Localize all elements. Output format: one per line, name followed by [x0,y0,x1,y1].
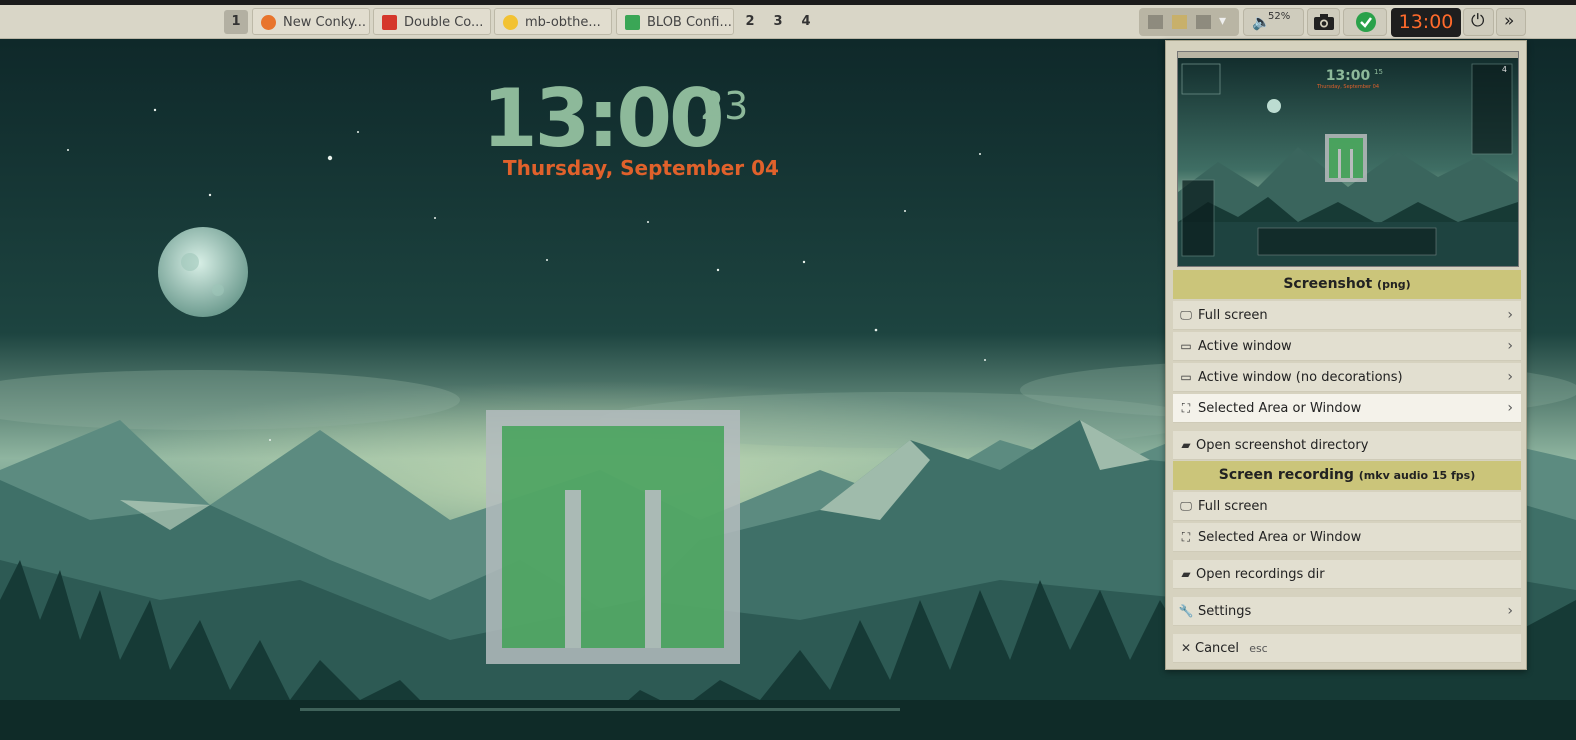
folder-icon: ▰ [1181,438,1191,452]
chevron-right-icon: › [1507,603,1513,619]
pager-desk-1[interactable] [1148,15,1163,29]
expand-panel-button[interactable]: » [1496,8,1526,36]
monitor-icon: 🖵 [1180,308,1192,322]
blob-config-icon [625,15,640,30]
screenshot-tray-button[interactable] [1307,8,1340,36]
pager-desk-2[interactable] [1172,15,1187,29]
screenshot-header-format: (png) [1377,278,1411,291]
recording-selected-area[interactable]: ⛶ Selected Area or Window [1173,523,1521,552]
preview-time: 13:00 [1326,68,1371,84]
menu-item-label: Full screen [1198,308,1268,323]
task-double-commander[interactable]: Double Co... [373,8,491,35]
area-select-icon: ⛶ [1181,401,1191,415]
screenshot-active-window[interactable]: ▭ Active window › [1173,332,1521,361]
task-label: New Conky... [283,15,367,30]
wifi-icon[interactable]: ▾ [1219,13,1226,29]
workspace-4[interactable]: 4 [794,10,818,34]
pager-tray[interactable]: ▾ [1139,8,1239,36]
task-mb-obthemes[interactable]: mb-obthe... [494,8,612,35]
recording-header-format: (mkv audio 15 fps) [1358,469,1476,482]
screenshot-menu: 13:00 15 Thursday, September 04 4 Screen… [1165,40,1527,670]
screenshot-preview: 13:00 15 Thursday, September 04 4 [1177,51,1519,267]
monitor-icon: 🖵 [1180,499,1192,513]
preview-seconds: 15 [1374,68,1383,76]
menu-item-label: Active window (no decorations) [1198,370,1403,385]
conky-date: Thursday, September 04 [503,156,779,180]
folder-icon: ▰ [1181,567,1191,581]
menu-item-label: Cancel [1195,641,1240,656]
settings-item[interactable]: 🔧 Settings › [1173,597,1521,626]
chevron-right-icon: › [1507,369,1513,385]
cancel-item[interactable]: ✕ Cancel esc [1173,634,1521,663]
wrench-icon: 🔧 [1178,604,1194,618]
panel-clock[interactable]: 13:00 [1391,8,1461,37]
screenshot-section-header: Screenshot (png) [1173,270,1521,299]
menu-item-label: Open recordings dir [1196,567,1325,582]
screenshot-selected-area[interactable]: ⛶ Selected Area or Window › [1173,394,1521,423]
logo-bar-right [645,490,661,648]
camera-icon [1314,14,1334,30]
menu-item-label: Settings [1198,604,1252,619]
workspace-2[interactable]: 2 [738,10,762,34]
window-icon: ▭ [1180,370,1192,384]
conky-time: 13:00 [482,72,725,165]
workspace-3[interactable]: 3 [766,10,790,34]
task-label: BLOB Confi... [647,15,732,30]
chevron-right-icon: › [1507,338,1513,354]
menu-item-label: Selected Area or Window [1198,401,1362,416]
preview-date: Thursday, September 04 [1316,84,1379,90]
screenshot-active-window-no-decorations[interactable]: ▭ Active window (no decorations) › [1173,363,1521,392]
obthemes-icon [503,15,518,30]
menu-item-label: Active window [1198,339,1292,354]
pager-desk-3[interactable] [1196,15,1211,29]
firefox-icon [261,15,276,30]
task-label: Double Co... [404,15,484,30]
task-new-conky[interactable]: New Conky... [252,8,370,35]
open-screenshot-directory[interactable]: ▰ Open screenshot directory [1173,431,1521,460]
cancel-shortcut-hint: esc [1249,642,1268,655]
menu-item-label: Selected Area or Window [1198,530,1362,545]
manjaro-logo [502,426,724,648]
screenshot-full-screen[interactable]: 🖵 Full screen › [1173,301,1521,330]
recording-section-header: Screen recording (mkv audio 15 fps) [1173,461,1521,490]
recording-full-screen[interactable]: 🖵 Full screen [1173,492,1521,521]
task-blob-config[interactable]: BLOB Confi... [616,8,734,35]
preview-day-number: 4 [1502,65,1507,74]
logo-bar-left [565,490,581,648]
power-button[interactable]: ⏻ [1463,8,1494,36]
chevron-right-icon: › [1507,307,1513,323]
workspace-1[interactable]: 1 [224,10,248,34]
area-select-icon: ⛶ [1181,530,1191,544]
preview-thumbnail: 13:00 15 Thursday, September 04 4 [1178,52,1518,266]
open-recordings-dir[interactable]: ▰ Open recordings dir [1173,560,1521,589]
double-chevron-right-icon: » [1504,11,1515,31]
window-icon: ▭ [1180,339,1192,353]
update-tray[interactable] [1343,8,1387,36]
volume-level: 52% [1268,11,1291,22]
close-icon: ✕ [1180,641,1192,655]
double-commander-icon [382,15,397,30]
conky-seconds: 23 [700,84,749,128]
check-shield-icon [1356,12,1376,32]
chevron-right-icon: › [1507,400,1513,416]
power-icon: ⏻ [1471,11,1485,31]
screenshot-header-label: Screenshot [1283,276,1373,292]
task-label: mb-obthe... [525,15,601,30]
recording-header-label: Screen recording [1218,467,1354,483]
top-panel: 1 New Conky... Double Co... mb-obthe... … [0,5,1576,39]
menu-item-label: Open screenshot directory [1196,438,1369,453]
menu-item-label: Full screen [1198,499,1268,514]
